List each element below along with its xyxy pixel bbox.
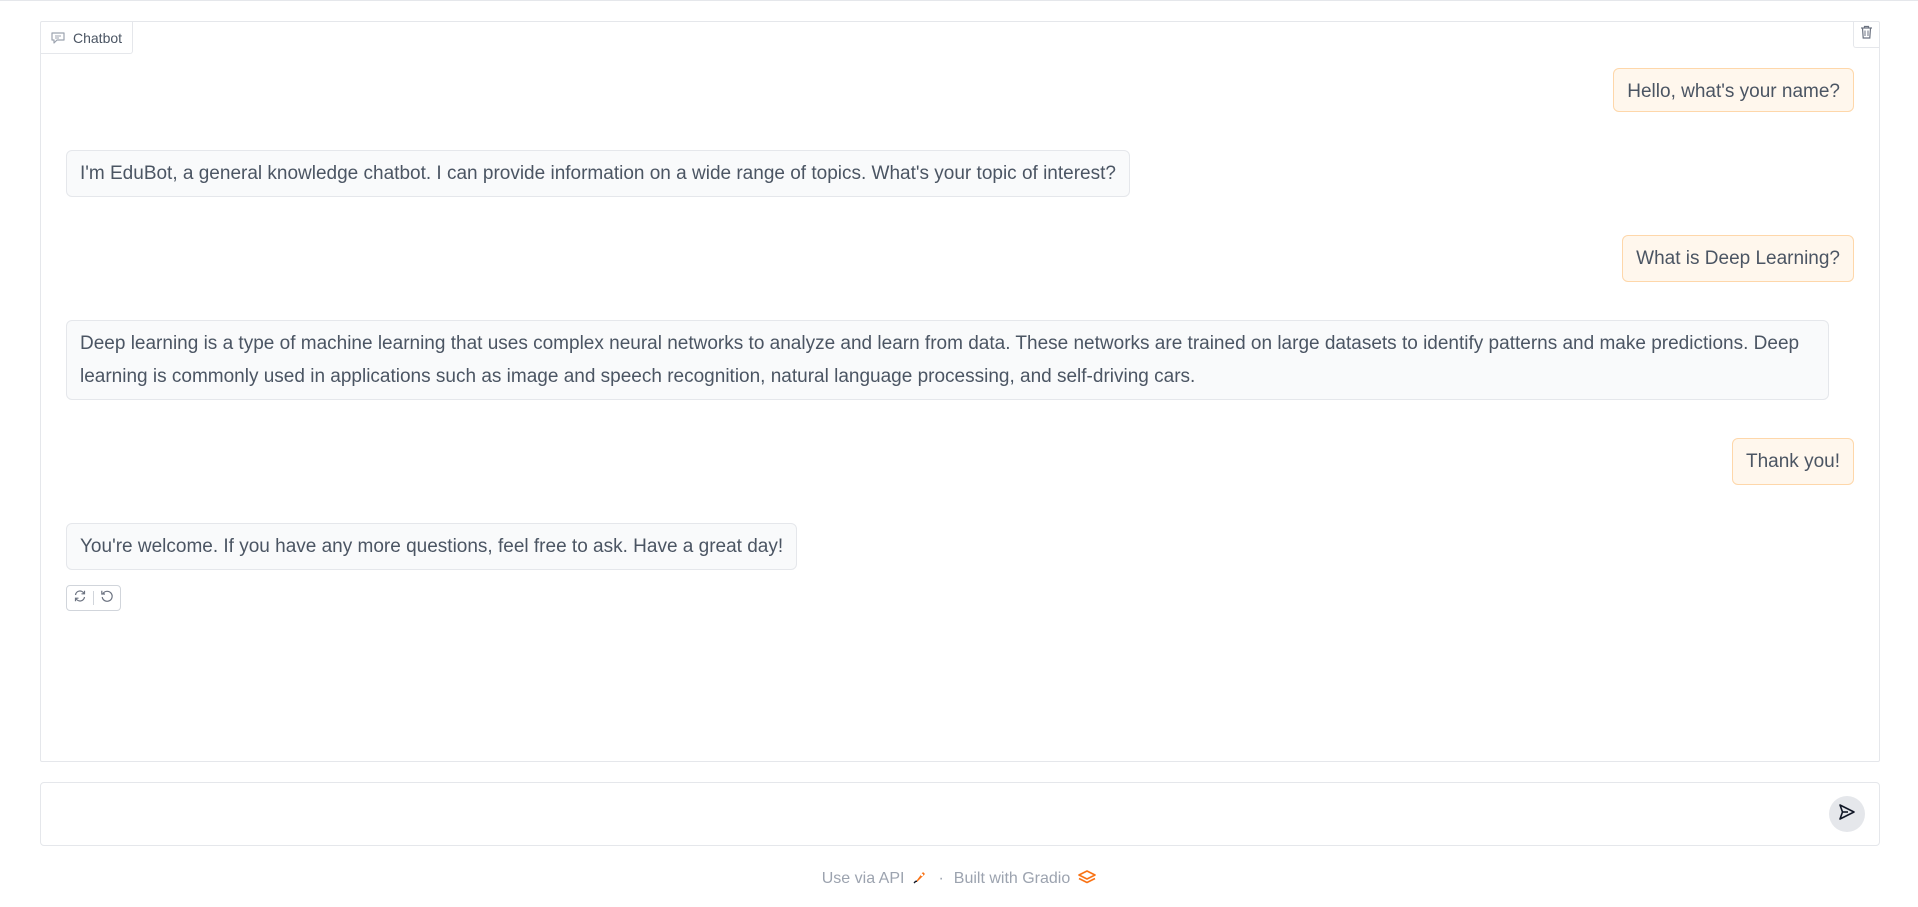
message-row-bot: You're welcome. If you have any more que…	[66, 523, 1854, 570]
message-row-user: What is Deep Learning?	[66, 235, 1854, 282]
message-row-bot: I'm EduBot, a general knowledge chatbot.…	[66, 150, 1854, 197]
built-with-label: Built with Gradio	[953, 870, 1071, 887]
clear-chat-button[interactable]	[1853, 22, 1879, 48]
chatbot-block-label: Chatbot	[41, 22, 134, 54]
chatbot-label: Chatbot	[73, 29, 123, 46]
built-with-gradio-link[interactable]: Built with Gradio	[953, 869, 1097, 889]
retry-icon	[73, 589, 87, 608]
api-link-label: Use via API	[821, 870, 905, 887]
message-row-bot: Deep learning is a type of machine learn…	[66, 320, 1854, 400]
send-icon	[1838, 803, 1856, 826]
chat-bubble-icon	[51, 31, 65, 44]
user-message: Thank you!	[1732, 438, 1854, 485]
bot-message: You're welcome. If you have any more que…	[66, 523, 798, 570]
gradio-logo-icon	[1078, 869, 1097, 889]
action-separator	[93, 591, 94, 605]
top-divider	[0, 0, 1918, 1]
message-input-row	[40, 782, 1880, 846]
message-row-user: Thank you!	[66, 438, 1854, 485]
bot-message: I'm EduBot, a general knowledge chatbot.…	[66, 150, 1130, 197]
use-via-api-link[interactable]: Use via API	[822, 869, 929, 890]
message-actions	[66, 585, 121, 611]
user-message: Hello, what's your name?	[1613, 68, 1854, 112]
footer-separator: ·	[938, 870, 944, 887]
chatbot-panel: Chatbot Hello, what's your name? I'm Edu…	[40, 21, 1880, 762]
user-message: What is Deep Learning?	[1622, 235, 1854, 282]
retry-button[interactable]	[71, 587, 89, 609]
send-button[interactable]	[1829, 796, 1865, 832]
message-list: Hello, what's your name? I'm EduBot, a g…	[66, 68, 1854, 611]
trash-icon	[1860, 25, 1873, 44]
undo-icon	[100, 589, 114, 608]
message-row-user: Hello, what's your name?	[66, 68, 1854, 112]
bot-message: Deep learning is a type of machine learn…	[66, 320, 1829, 400]
footer: Use via API · Built with Gradio	[0, 869, 1918, 889]
message-input[interactable]	[55, 793, 1825, 837]
rocket-icon	[912, 869, 928, 890]
undo-button[interactable]	[98, 587, 116, 609]
